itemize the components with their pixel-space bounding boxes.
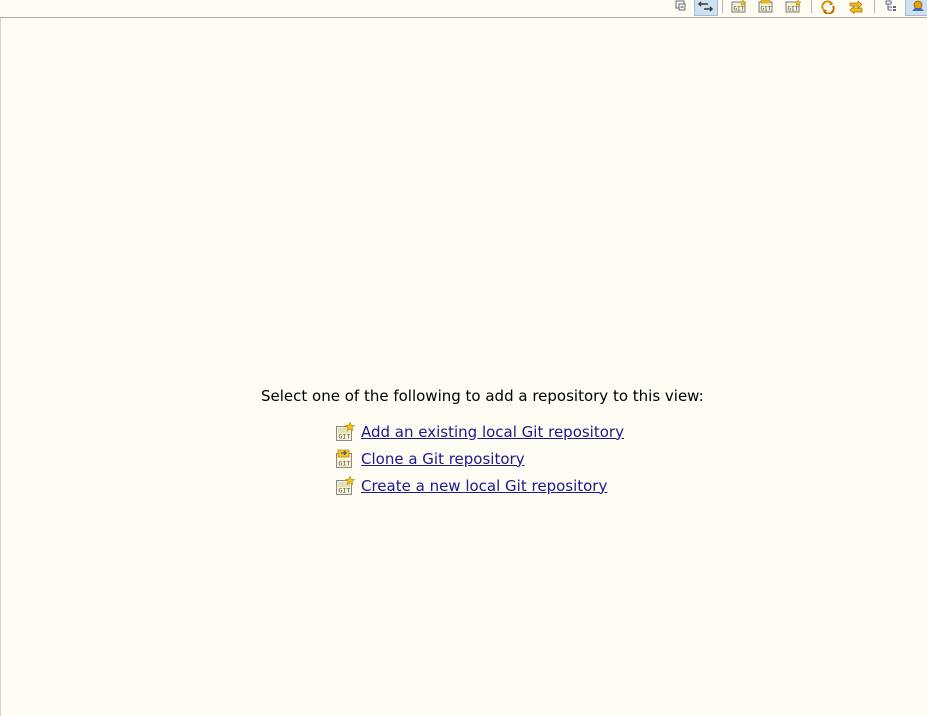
add-repository-button[interactable]: GIT	[728, 0, 750, 15]
clone-repository-link[interactable]: Clone a Git repository	[361, 450, 525, 468]
clone-repository-row: GIT Clone a Git repository	[335, 445, 620, 472]
empty-view-instructions: Select one of the following to add a rep…	[261, 387, 704, 405]
view-left-border	[0, 0, 1, 716]
add-existing-repository-row: GIT Add an existing local Git repository	[335, 418, 624, 445]
refresh-icon	[821, 0, 835, 14]
toolbar-separator	[811, 0, 812, 13]
clone-repository-button[interactable]: GIT	[755, 0, 777, 15]
view-toolbar: GIT GIT GIT	[0, 0, 927, 18]
svg-text:GIT: GIT	[734, 6, 745, 13]
svg-text:GIT: GIT	[788, 6, 799, 13]
toolbar-separator	[722, 0, 723, 13]
create-repository-button[interactable]: GIT	[782, 0, 804, 15]
fetch-icon	[849, 0, 863, 14]
collapse-all-icon	[675, 0, 686, 11]
create-repository-link[interactable]: Create a new local Git repository	[361, 477, 607, 495]
add-repository-icon: GIT	[731, 0, 747, 13]
add-git-repository-icon: GIT	[336, 421, 355, 441]
repository-actions-list: GIT Add an existing local Git repository…	[335, 418, 624, 499]
toolbar-separator	[874, 0, 875, 13]
create-git-repository-icon: GIT	[336, 475, 355, 495]
fetch-button[interactable]	[845, 0, 867, 15]
view-menu-icon	[912, 0, 924, 11]
clone-git-repository-icon: GIT	[336, 449, 352, 468]
svg-text:GIT: GIT	[339, 486, 351, 494]
hierarchical-layout-icon	[885, 0, 896, 11]
link-with-selection-icon	[698, 1, 714, 12]
link-with-selection-button[interactable]	[694, 0, 718, 16]
view-menu-button[interactable]	[905, 0, 927, 16]
hierarchical-layout-button[interactable]	[880, 0, 902, 15]
svg-text:GIT: GIT	[339, 459, 351, 467]
add-existing-repository-link[interactable]: Add an existing local Git repository	[361, 423, 624, 441]
svg-text:GIT: GIT	[761, 6, 772, 13]
svg-text:GIT: GIT	[339, 432, 351, 440]
refresh-button[interactable]	[817, 0, 839, 15]
create-repository-row: GIT Create a new local Git repository	[335, 472, 620, 499]
clone-repository-icon: GIT	[758, 0, 773, 13]
collapse-all-button[interactable]	[668, 0, 690, 15]
create-repository-icon: GIT	[785, 0, 802, 13]
